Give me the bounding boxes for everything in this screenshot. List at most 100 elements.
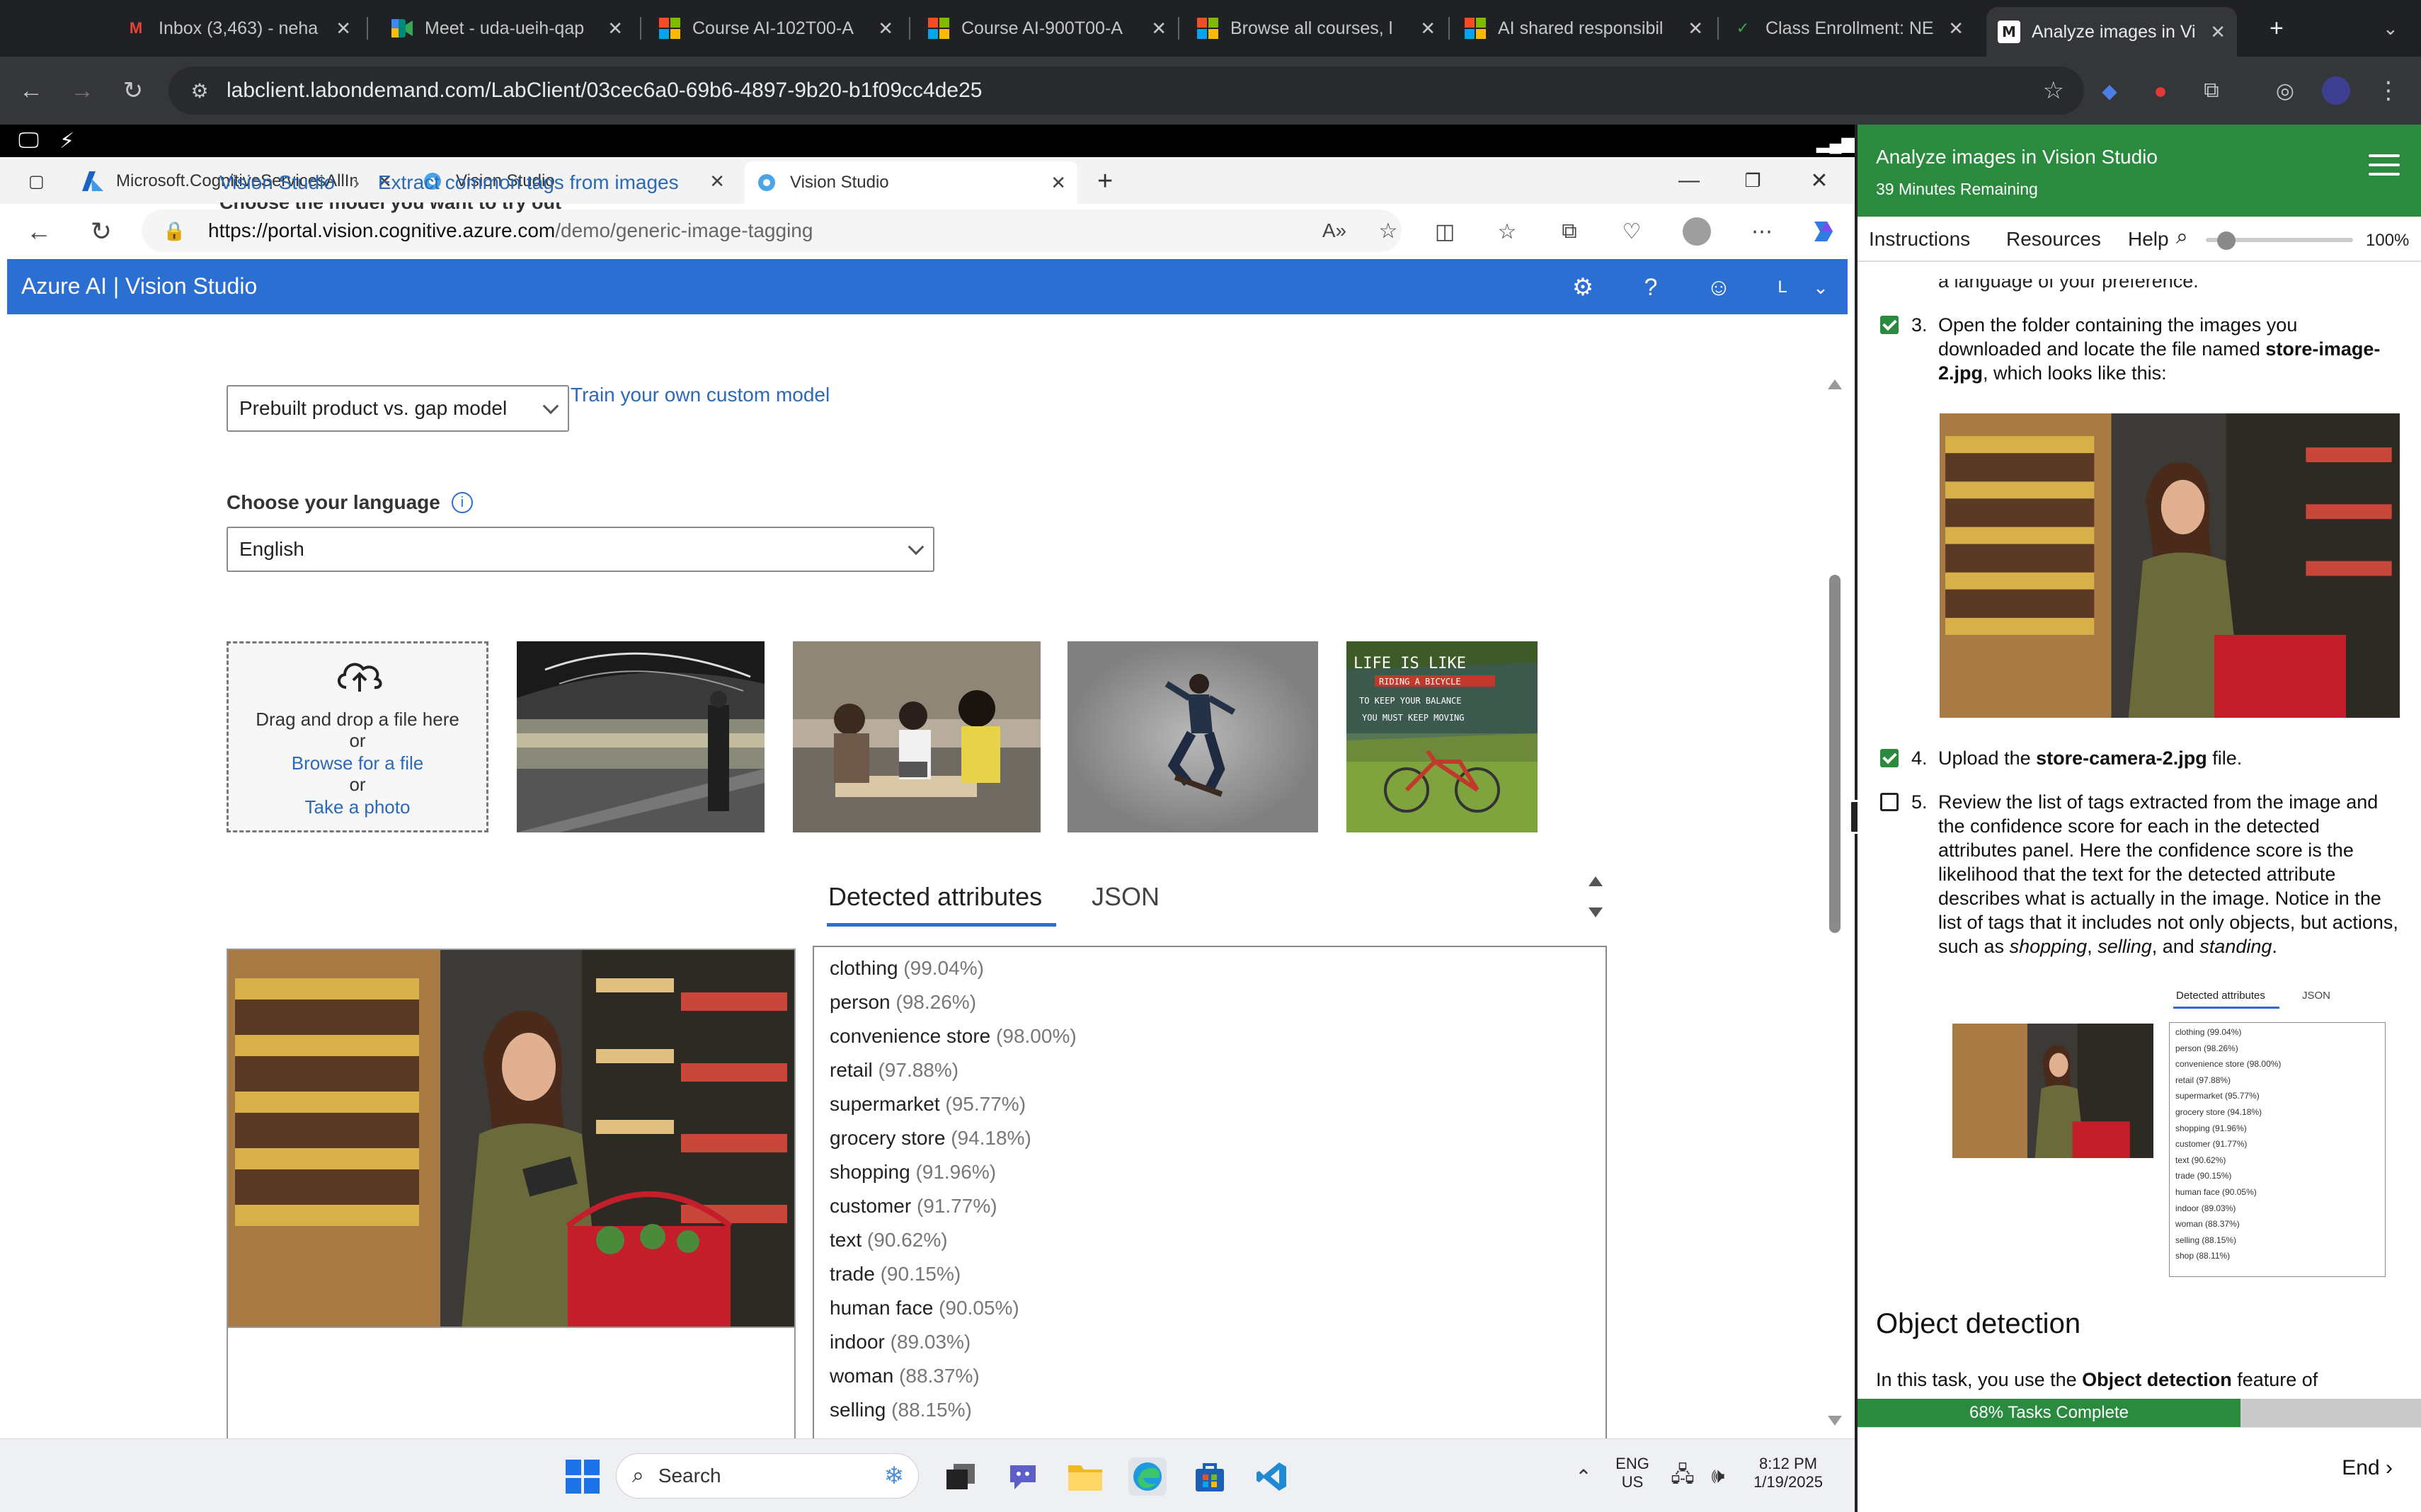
read-aloud-icon[interactable]: A» xyxy=(1317,213,1352,248)
info-icon[interactable]: i xyxy=(451,492,473,513)
vscode-icon[interactable] xyxy=(1253,1457,1291,1496)
scroll-down-icon[interactable] xyxy=(1828,1416,1842,1426)
upload-dropzone[interactable]: Drag and drop a file here or Browse for … xyxy=(227,641,488,832)
windows-start-icon[interactable] xyxy=(563,1457,602,1496)
sample-image-skateboarder[interactable] xyxy=(1068,641,1318,832)
workspaces-icon[interactable]: ▢ xyxy=(17,163,64,200)
settings-gear-icon[interactable]: ⚙ xyxy=(1567,272,1598,303)
checkbox-checked[interactable] xyxy=(1880,316,1899,334)
edge-address-bar[interactable]: 🔒 https://portal.vision.cognitive.azure.… xyxy=(142,210,1402,252)
tab-instructions[interactable]: Instructions xyxy=(1869,228,1970,251)
taskbar-search-box[interactable]: ⌕ Search ❄ xyxy=(616,1453,919,1499)
tab-detected-attributes[interactable]: Detected attributes xyxy=(828,882,1042,912)
zoom-slider-knob[interactable] xyxy=(2217,231,2236,250)
chrome-tab-course-ai102[interactable]: Course AI-102T00-A ✕ xyxy=(647,8,905,48)
tab-help[interactable]: Help xyxy=(2128,228,2169,251)
app-brand[interactable]: Azure AI | Vision Studio xyxy=(21,273,257,299)
new-tab-button[interactable]: + xyxy=(1086,163,1128,200)
task-view-icon[interactable] xyxy=(942,1457,980,1496)
sample-image-subway[interactable] xyxy=(517,641,765,832)
feedback-smiley-icon[interactable]: ☺ xyxy=(1703,272,1734,303)
chrome-tab-ai-shared[interactable]: AI shared responsibil ✕ xyxy=(1453,8,1715,48)
close-icon[interactable]: ✕ xyxy=(1051,172,1066,194)
scroll-up-icon[interactable] xyxy=(1589,876,1603,886)
breadcrumb-current[interactable]: Extract common tags from images xyxy=(378,171,679,193)
close-icon[interactable]: ✕ xyxy=(1688,18,1703,40)
sample-image-bicycle-poster[interactable]: LIFE IS LIKE RIDING A BICYCLE TO KEEP YO… xyxy=(1346,641,1538,832)
zoom-search-icon[interactable]: ⌕ xyxy=(2176,225,2188,249)
monitor-icon[interactable]: 🖵 xyxy=(18,129,39,153)
end-button[interactable]: End › xyxy=(2342,1456,2393,1480)
close-icon[interactable]: ✕ xyxy=(336,18,351,40)
close-icon[interactable]: ✕ xyxy=(1420,18,1436,40)
back-icon[interactable]: ← xyxy=(21,214,57,249)
chevron-up-icon[interactable]: ⌃ xyxy=(1564,1457,1603,1496)
extensions-puzzle-icon[interactable]: ⧉ xyxy=(2192,71,2231,110)
close-icon[interactable]: ✕ xyxy=(1151,18,1167,40)
close-icon[interactable]: ✕ xyxy=(1948,18,1964,40)
breadcrumb-vision-studio[interactable]: Vision Studio xyxy=(219,171,335,193)
sample-image-meeting[interactable] xyxy=(793,641,1041,832)
chrome-tab-browse-courses[interactable]: Browse all courses, l ✕ xyxy=(1185,8,1447,48)
restore-icon[interactable]: ❐ xyxy=(1732,163,1774,198)
page-scrollbar-thumb[interactable] xyxy=(1829,575,1841,933)
browser-essentials-icon[interactable]: ♡ xyxy=(1614,214,1649,249)
close-icon[interactable]: ✕ xyxy=(878,18,893,40)
lightning-icon[interactable]: ⚡ xyxy=(59,129,74,154)
split-screen-icon[interactable]: ◫ xyxy=(1427,214,1463,249)
extension-icon[interactable]: ● xyxy=(2141,71,2180,110)
back-icon[interactable]: ← xyxy=(11,71,51,110)
settings-more-icon[interactable]: ⋯ xyxy=(1744,214,1780,249)
window-close-icon[interactable]: ✕ xyxy=(1798,163,1841,198)
help-icon[interactable]: ? xyxy=(1635,272,1666,303)
chrome-tab-meet[interactable]: Meet - uda-ueih-qap ✕ xyxy=(379,8,634,48)
chrome-menu-icon[interactable]: ⋮ xyxy=(2369,71,2408,110)
browse-file-link[interactable]: Browse for a file xyxy=(229,752,486,774)
close-icon[interactable]: ✕ xyxy=(607,18,623,40)
minimize-icon[interactable]: — xyxy=(1668,163,1710,198)
take-photo-link[interactable]: Take a photo xyxy=(229,796,486,818)
scroll-up-icon[interactable] xyxy=(1828,379,1842,389)
extension-icon[interactable]: ◆ xyxy=(2090,71,2129,110)
favorite-star-icon[interactable]: ☆ xyxy=(1370,213,1406,248)
tab-search-chevron-icon[interactable]: ⌄ xyxy=(2371,8,2414,48)
store-icon[interactable] xyxy=(1191,1457,1229,1496)
refresh-icon[interactable]: ↻ xyxy=(84,214,119,249)
profile-avatar[interactable] xyxy=(2316,71,2356,110)
volume-icon[interactable]: 🕪 xyxy=(1699,1457,1737,1496)
new-tab-button[interactable]: + xyxy=(2258,8,2301,48)
user-initial[interactable]: L xyxy=(1767,272,1798,303)
language-indicator[interactable]: ENG US xyxy=(1611,1455,1654,1491)
edge-tab-vision-studio-active[interactable]: Vision Studio ✕ xyxy=(745,161,1077,204)
close-icon[interactable]: ✕ xyxy=(2210,21,2226,43)
copilot-icon[interactable] xyxy=(1805,214,1841,249)
model-select[interactable]: Prebuilt product vs. gap model xyxy=(227,385,569,432)
performance-icon[interactable]: ◎ xyxy=(2265,71,2305,110)
chrome-tab-class-enrollment[interactable]: ✓ Class Enrollment: NE ✕ xyxy=(1720,8,1975,48)
reload-icon[interactable]: ↻ xyxy=(113,71,153,110)
collections-icon[interactable]: ⧉ xyxy=(1552,214,1587,249)
chevron-down-icon[interactable]: ⌄ xyxy=(1805,272,1836,303)
close-icon[interactable]: ✕ xyxy=(709,171,725,193)
chrome-address-bar[interactable]: ⚙ labclient.labondemand.com/LabClient/03… xyxy=(168,67,2084,115)
site-info-icon[interactable]: ⚙ xyxy=(178,79,221,103)
train-custom-model-link[interactable]: Train your own custom model xyxy=(571,384,830,406)
edge-browser-icon[interactable] xyxy=(1128,1457,1167,1496)
chrome-tab-course-ai900[interactable]: Course AI-900T00-A ✕ xyxy=(916,8,1178,48)
scroll-down-icon[interactable] xyxy=(1589,907,1603,917)
hamburger-menu-icon[interactable] xyxy=(2369,154,2400,182)
favorites-icon[interactable]: ☆ xyxy=(1489,214,1525,249)
language-select[interactable]: English xyxy=(227,527,934,572)
chat-icon[interactable] xyxy=(1004,1457,1042,1496)
chrome-tab-analyze-images[interactable]: Ⅿ Analyze images in Vi ✕ xyxy=(1986,7,2237,57)
network-icon[interactable]: 🖧 xyxy=(1664,1457,1702,1496)
forward-icon[interactable]: → xyxy=(62,71,102,110)
bookmark-star-icon[interactable]: ☆ xyxy=(2043,76,2064,105)
file-explorer-icon[interactable] xyxy=(1066,1457,1104,1496)
checkbox-checked[interactable] xyxy=(1880,749,1899,767)
checkbox-unchecked[interactable] xyxy=(1880,793,1899,811)
tab-resources[interactable]: Resources xyxy=(2006,228,2101,251)
profile-avatar[interactable] xyxy=(1679,214,1715,249)
chrome-tab-gmail[interactable]: M Inbox (3,463) - neha ✕ xyxy=(113,8,362,48)
clock[interactable]: 8:12 PM 1/19/2025 xyxy=(1746,1455,1831,1491)
